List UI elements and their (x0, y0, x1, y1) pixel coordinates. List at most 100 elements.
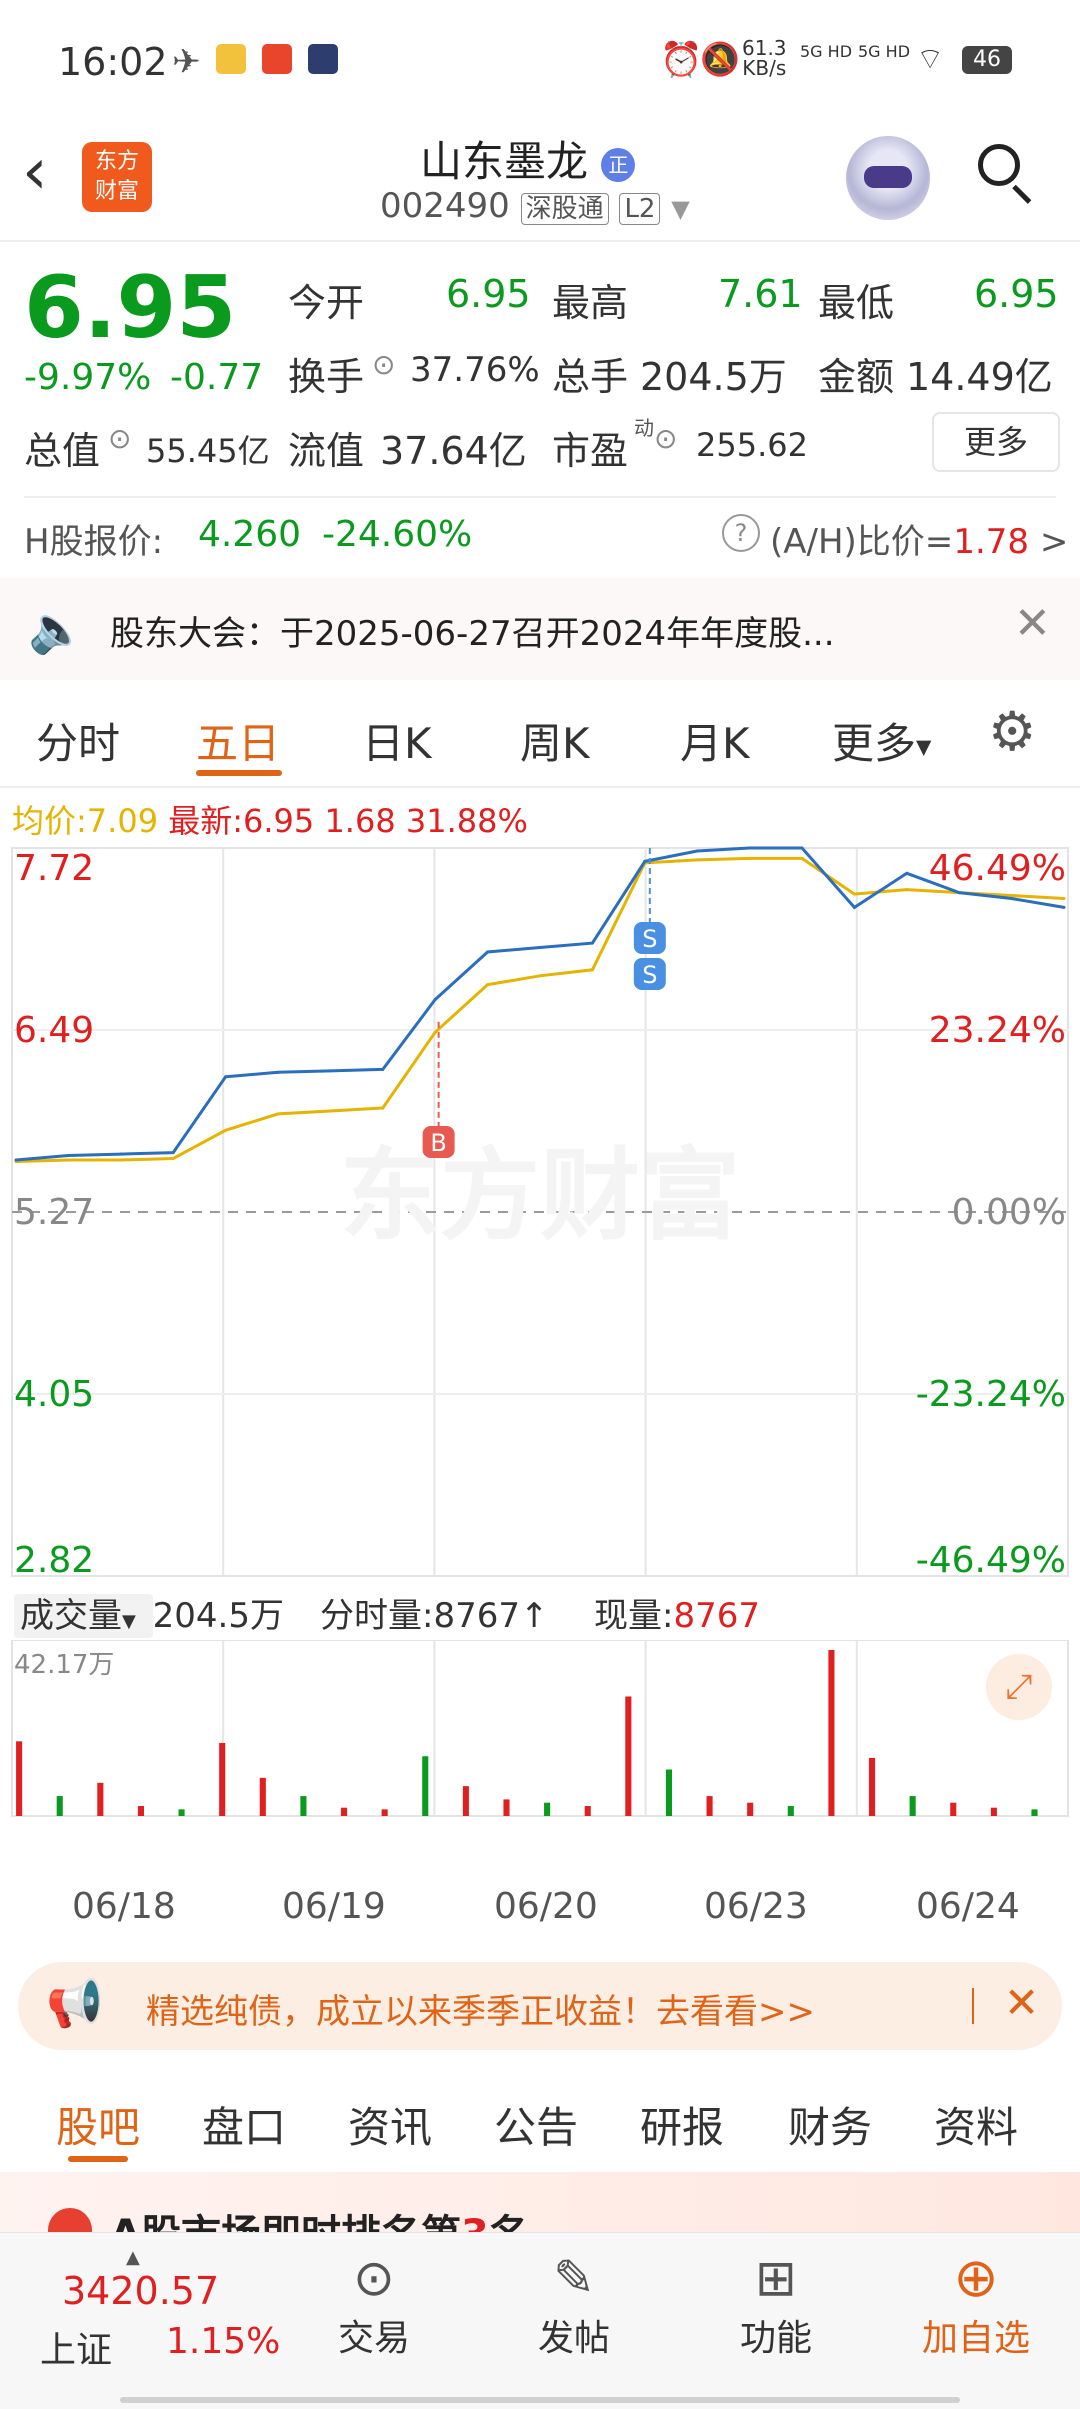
function-button[interactable]: ⊞ 功能 (718, 2247, 834, 2361)
stock-header: ‹ 东方 财富 山东墨龙 正 002490 深股通 L2 ▼ (0, 120, 1080, 242)
expand-icon[interactable]: ⤢ (986, 1654, 1052, 1720)
back-icon[interactable]: ‹ (22, 140, 48, 204)
series-point (905, 871, 909, 875)
series-point (538, 946, 542, 950)
info-icon[interactable]: ⊙ (372, 348, 395, 381)
series-point (905, 888, 909, 892)
trade-button[interactable]: ⊙ 交易 (316, 2247, 432, 2361)
volume-dropdown[interactable]: 成交量▼ (14, 1594, 153, 1638)
index-widget[interactable]: ▲ 3420.57 上证 1.15% (40, 2247, 280, 2371)
volume-bar (665, 1769, 672, 1816)
marker-s-label: S (642, 961, 657, 989)
series-point (381, 1067, 385, 1071)
volume-bar (259, 1777, 266, 1816)
series-point (957, 891, 961, 895)
ah-ratio[interactable]: (A/H)比价=1.78 > (770, 514, 1068, 563)
brand-logo[interactable]: 东方 财富 (82, 142, 152, 212)
info-icon[interactable]: ⊙ (654, 422, 677, 455)
tab-caiwu[interactable]: 财务 (788, 2094, 872, 2155)
tab-ziliao[interactable]: 资料 (934, 2094, 1018, 2155)
close-icon[interactable]: ✕ (1004, 1978, 1039, 2027)
series-line (15, 856, 1065, 1163)
tab-guba[interactable]: 股吧 (56, 2094, 140, 2155)
settings-icon[interactable]: ⚙ (988, 700, 1036, 763)
volume-bar (97, 1782, 104, 1816)
series-point (695, 849, 699, 853)
watermark: 东方财富 (340, 1137, 740, 1254)
volume-max-label: 42.17万 (14, 1650, 115, 1680)
search-icon[interactable] (978, 144, 1032, 204)
series-point (748, 856, 752, 860)
volume-bar (422, 1756, 429, 1816)
volume-frame (11, 1640, 1069, 1817)
y-tick-label: 5.27 (14, 1192, 94, 1233)
signal-1: 5G HD (800, 42, 853, 61)
mktcap-label: 总值 (24, 429, 101, 473)
tab-fenshi[interactable]: 分时 (36, 710, 120, 771)
tab-rik[interactable]: 日K (362, 710, 432, 771)
volume-bar (137, 1806, 144, 1816)
y-tick-label: 7.72 (14, 848, 94, 889)
series-point (1010, 894, 1014, 898)
y-right-label: 0.00% (952, 1192, 1066, 1233)
series-point (800, 856, 804, 860)
ranking-peek[interactable]: A股市场即时排名第3名 (0, 2172, 1080, 2232)
series-point (119, 1152, 123, 1156)
change-pct: -9.97% (24, 357, 152, 398)
volume-bar (544, 1802, 551, 1816)
dropdown-icon[interactable]: ▼ (671, 195, 689, 223)
volume-bar (56, 1796, 63, 1816)
pe-value: 255.62 (696, 426, 808, 464)
notice-bar[interactable]: 🔈 股东大会：于2025-06-27召开2024年年度股... ✕ (0, 578, 1080, 680)
signal-2: 5G HD (858, 42, 911, 61)
x-axis-labels: 06/18 06/19 06/20 06/23 06/24 (0, 1886, 1080, 1936)
series-point (14, 1158, 18, 1162)
telegram-icon: ✈ (172, 42, 201, 82)
question-icon[interactable]: ? (722, 514, 760, 552)
plus-circle-icon: ⊕ (953, 2246, 999, 2309)
hshare-change: -24.60% (322, 514, 473, 555)
tab-zixun[interactable]: 资讯 (348, 2094, 432, 2155)
edit-icon: ✎ (553, 2249, 595, 2307)
ranking-text: A股市场即时排名第3名 (110, 2202, 529, 2232)
price-chart[interactable]: 东方财富 7.72 6.49 5.27 4.05 2.82 46.49% 23.24% 0.00… (0, 840, 1080, 1580)
series-point (1062, 897, 1066, 901)
tab-more[interactable]: 更多▼ (832, 710, 931, 771)
series-point (800, 846, 804, 850)
tab-yanbao[interactable]: 研报 (640, 2094, 724, 2155)
tab-active-underline (196, 770, 282, 776)
section-tabs: 股吧 盘口 资讯 公告 研报 财务 资料 (0, 2094, 1080, 2170)
volume-bar (178, 1809, 185, 1816)
close-icon[interactable]: ✕ (1014, 598, 1051, 649)
tab-yuek[interactable]: 月K (680, 710, 750, 771)
x-tick-label: 06/23 (704, 1886, 808, 1927)
more-button[interactable]: 更多 (932, 412, 1060, 472)
series-point (171, 1157, 175, 1161)
badge-zheng: 正 (601, 147, 636, 182)
volume-bar (219, 1742, 226, 1816)
series-point (748, 846, 752, 850)
series-point (381, 1106, 385, 1110)
series-point (486, 950, 490, 954)
tag-l2: L2 (619, 193, 661, 225)
tab-zhouk[interactable]: 周K (520, 710, 590, 771)
series-point (276, 1070, 280, 1074)
turnover-label: 换手 (288, 355, 365, 399)
series-point (224, 1075, 228, 1079)
robot-avatar[interactable] (846, 136, 930, 220)
series-point (695, 858, 699, 862)
tab-guba-underline (68, 2156, 128, 2162)
hshare-label: H股报价: (24, 522, 164, 562)
tab-wuri[interactable]: 五日 (196, 710, 280, 771)
ad-banner[interactable]: 📢 精选纯债，成立以来季季正收益！去看看>> ✕ (18, 1962, 1062, 2050)
index-arrow: ▲ (126, 2247, 140, 2268)
ranking-icon (48, 2208, 92, 2232)
volume-chart[interactable] (0, 1640, 1080, 1820)
tab-pankou[interactable]: 盘口 (202, 2094, 286, 2155)
battery-icon: 46 (962, 46, 1012, 74)
add-watchlist-button[interactable]: ⊕ 加自选 (906, 2247, 1046, 2361)
info-icon[interactable]: ⊙ (108, 422, 131, 455)
tab-gonggao[interactable]: 公告 (494, 2094, 578, 2155)
post-button[interactable]: ✎ 发帖 (516, 2247, 632, 2361)
volume-bar (625, 1696, 632, 1816)
